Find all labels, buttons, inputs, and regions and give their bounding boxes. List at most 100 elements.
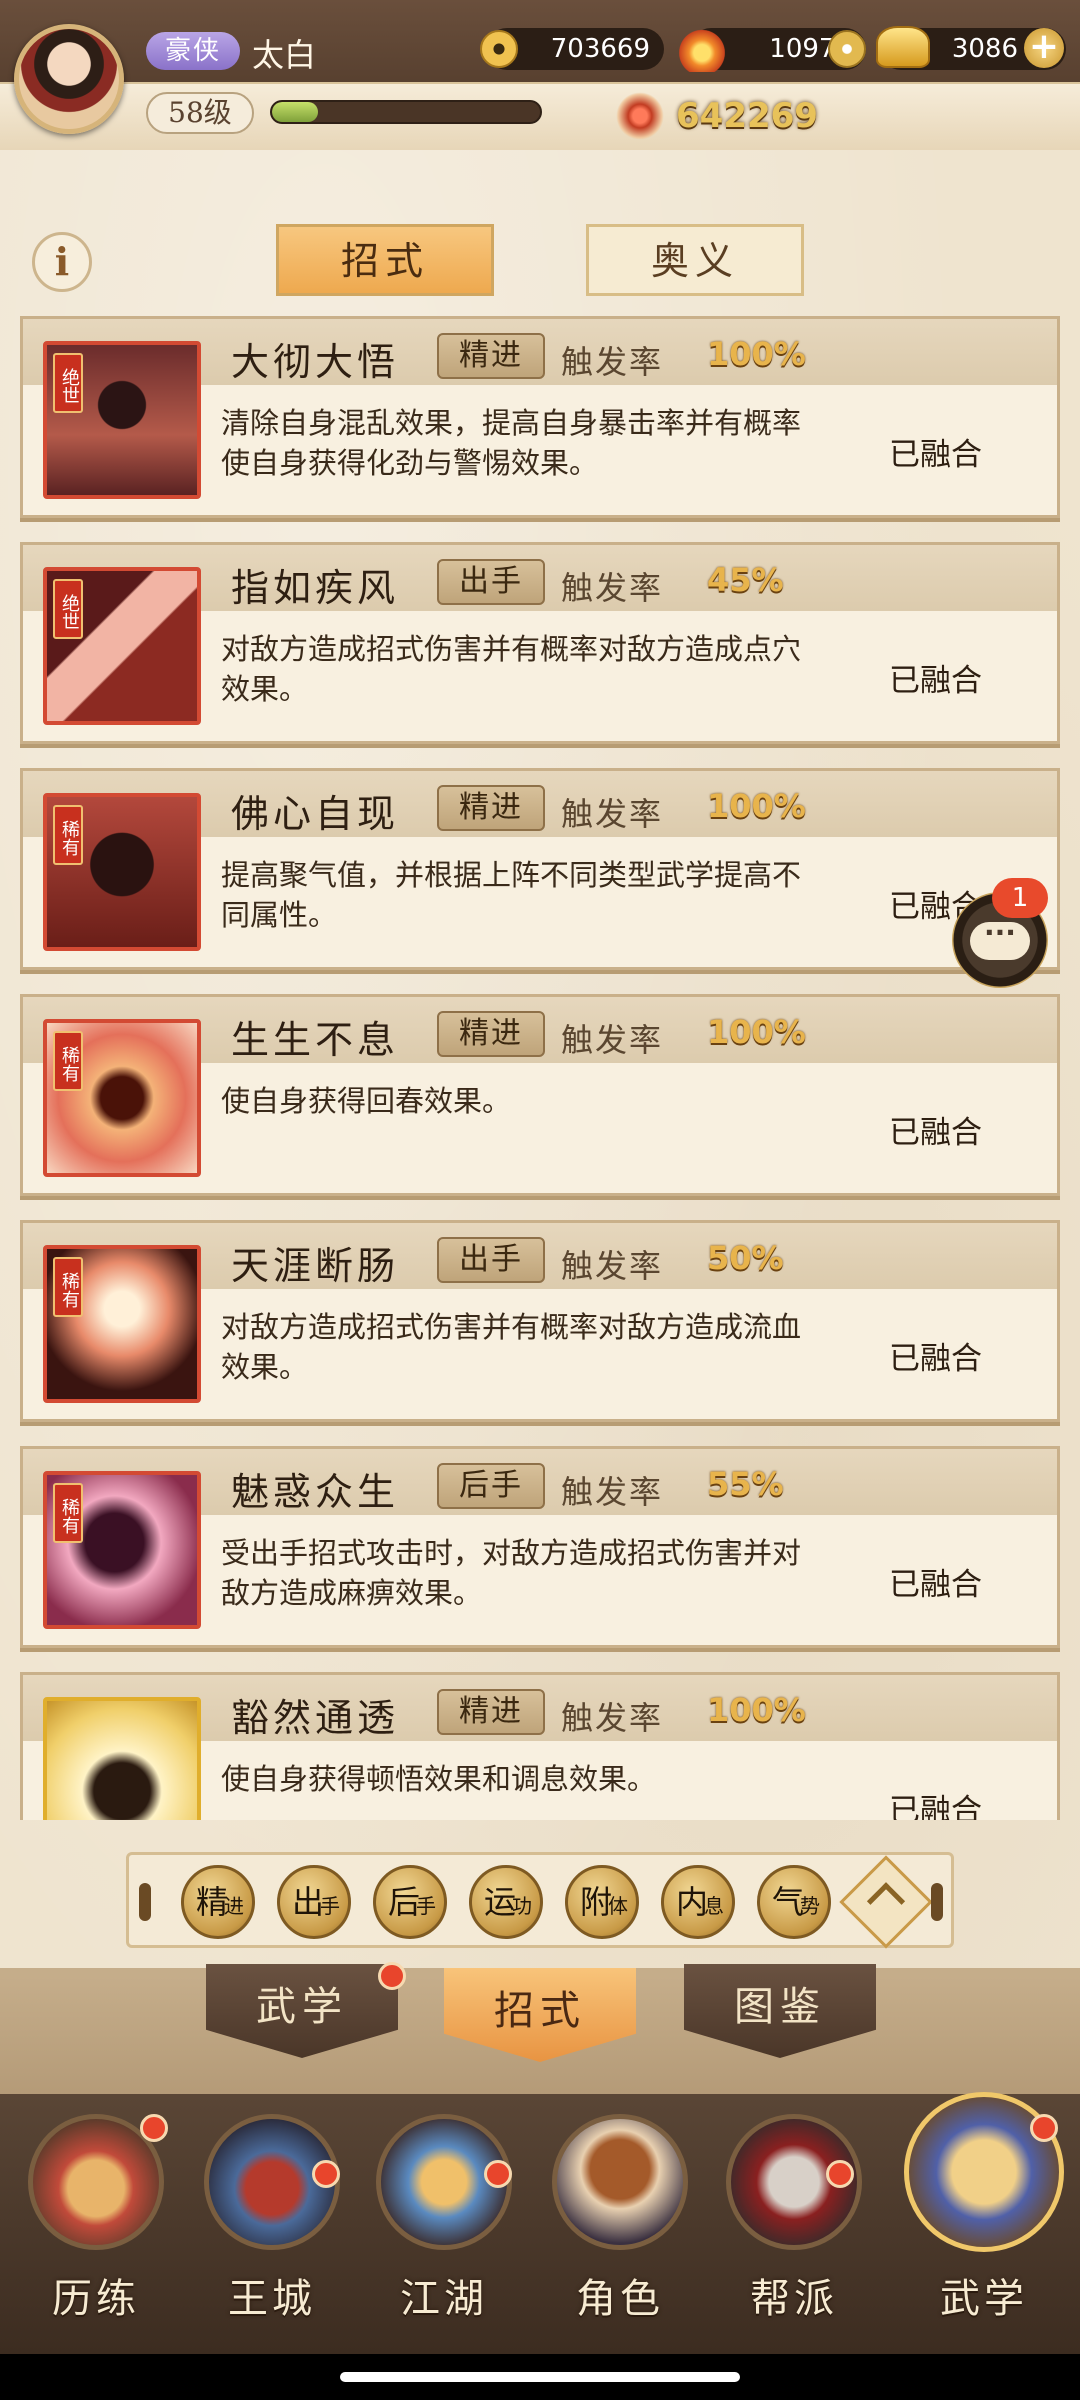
skill-card[interactable]: 绝世 大彻大悟 精进 触发率 100% 清除自身混乱效果，提高自身暴击率并有概率… bbox=[20, 316, 1060, 518]
skill-description: 提高聚气值，并根据上阵不同类型武学提高不同属性。 bbox=[221, 858, 802, 932]
skill-description: 对敌方造成招式伤害并有概率对敌方造成点穴效果。 bbox=[221, 632, 802, 706]
power-gem-icon bbox=[612, 88, 668, 144]
skill-description: 使自身获得顿悟效果和调息效果。 bbox=[221, 1762, 657, 1796]
filter-futi-button[interactable]: 附体 bbox=[565, 1865, 639, 1939]
plus-icon[interactable]: + bbox=[1024, 28, 1064, 68]
filter-qishi-button[interactable]: 气势 bbox=[757, 1865, 831, 1939]
notification-dot bbox=[378, 1962, 406, 1990]
skill-name: 佛心自现 bbox=[231, 792, 400, 836]
filter-label: 附 bbox=[579, 1883, 612, 1921]
player-level: 58级 bbox=[146, 92, 254, 134]
skill-type-badge: 精进 bbox=[437, 785, 545, 831]
home-indicator[interactable] bbox=[340, 2372, 740, 2382]
tab-skills[interactable]: 招式 bbox=[276, 224, 494, 296]
filter-houshou-button[interactable]: 后手 bbox=[373, 1865, 447, 1939]
skill-icon: 绝世 bbox=[43, 567, 201, 725]
collapse-filter-button[interactable] bbox=[839, 1855, 933, 1949]
filter-sublabel: 功 bbox=[512, 1894, 532, 1918]
skill-type-badge: 出手 bbox=[437, 559, 545, 605]
skill-card[interactable]: 稀有 天涯断肠 出手 触发率 50% 对敌方造成招式伤害并有概率对敌方造成流血效… bbox=[20, 1220, 1060, 1422]
notification-dot bbox=[826, 2160, 854, 2188]
fire-rate-label: 触发率 bbox=[561, 795, 664, 833]
filter-neixi-button[interactable]: 内息 bbox=[661, 1865, 735, 1939]
fire-rate-value: 100% bbox=[707, 335, 806, 373]
filter-chushou-button[interactable]: 出手 bbox=[277, 1865, 351, 1939]
filter-sublabel: 势 bbox=[800, 1894, 820, 1918]
skill-name: 生生不息 bbox=[231, 1018, 400, 1062]
filter-bar-knob-right bbox=[931, 1883, 943, 1921]
fire-rate-value: 45% bbox=[707, 561, 784, 599]
player-avatar[interactable] bbox=[14, 24, 124, 134]
skill-type-badge: 后手 bbox=[437, 1463, 545, 1509]
skill-icon: 稀有 bbox=[43, 793, 201, 951]
notification-dot bbox=[140, 2114, 168, 2142]
filter-bar-knob-left bbox=[139, 1883, 151, 1921]
exp-bar-fill bbox=[272, 102, 318, 122]
filter-label: 运 bbox=[483, 1883, 516, 1921]
fire-rate-value: 100% bbox=[707, 1691, 806, 1729]
notification-dot bbox=[312, 2160, 340, 2188]
nav-guild[interactable]: 帮派 bbox=[712, 2114, 876, 2324]
tab-mysteries[interactable]: 奥义 bbox=[586, 224, 804, 296]
filter-sublabel: 手 bbox=[416, 1894, 436, 1918]
filter-jingjin-button[interactable]: 精进 bbox=[181, 1865, 255, 1939]
filter-sublabel: 手 bbox=[320, 1894, 340, 1918]
skill-card[interactable]: 稀有 魅惑众生 后手 触发率 55% 受出手招式攻击时，对敌方造成招式伤害并对敌… bbox=[20, 1446, 1060, 1648]
fire-rate-value: 100% bbox=[707, 787, 806, 825]
fused-status: 已融合 bbox=[889, 1567, 982, 1603]
nav-training[interactable]: 历练 bbox=[14, 2114, 178, 2324]
fire-rate-label: 触发率 bbox=[561, 1247, 664, 1285]
fire-rate-label: 触发率 bbox=[561, 1473, 664, 1511]
skill-list[interactable]: 绝世 大彻大悟 精进 触发率 100% 清除自身混乱效果，提高自身暴击率并有概率… bbox=[0, 312, 1080, 1820]
exp-bar bbox=[270, 100, 542, 124]
nav-martial-arts[interactable]: 武学 bbox=[902, 2092, 1066, 2324]
nav-jianghu[interactable]: 江湖 bbox=[362, 2114, 526, 2324]
skill-description: 使自身获得回春效果。 bbox=[221, 1084, 512, 1118]
notification-dot bbox=[1030, 2114, 1058, 2142]
flame-icon bbox=[678, 24, 726, 72]
nav-royal-city[interactable]: 王城 bbox=[190, 2114, 354, 2324]
coin-icon bbox=[480, 30, 518, 68]
skill-name: 大彻大悟 bbox=[231, 340, 400, 384]
skill-type-badge: 精进 bbox=[437, 333, 545, 379]
skill-type-badge: 出手 bbox=[437, 1237, 545, 1283]
filter-label: 后 bbox=[387, 1883, 420, 1921]
fire-rate-label: 触发率 bbox=[561, 1699, 664, 1737]
chat-dots: ··· bbox=[970, 919, 1030, 960]
filter-sublabel: 体 bbox=[608, 1894, 628, 1918]
filter-yungong-button[interactable]: 运功 bbox=[469, 1865, 543, 1939]
skill-card[interactable]: 稀有 生生不息 精进 触发率 100% 使自身获得回春效果。 已融合 bbox=[20, 994, 1060, 1196]
nav-character[interactable]: 角色 bbox=[538, 2114, 702, 2324]
fused-status: 已融合 bbox=[889, 1341, 982, 1377]
fire-rate-label: 触发率 bbox=[561, 343, 664, 381]
player-name: 太白 bbox=[252, 36, 317, 74]
skill-card[interactable]: 豁然通透 精进 触发率 100% 使自身获得顿悟效果和调息效果。 已融合 bbox=[20, 1672, 1060, 1820]
skill-icon: 稀有 bbox=[43, 1471, 201, 1629]
fused-status: 已融合 bbox=[889, 437, 982, 473]
skill-card[interactable]: 绝世 指如疾风 出手 触发率 45% 对敌方造成招式伤害并有概率对敌方造成点穴效… bbox=[20, 542, 1060, 744]
gold-ingot-icon bbox=[876, 26, 930, 68]
skill-type-filter-bar: 精进 出手 后手 运功 附体 内息 气势 bbox=[126, 1852, 954, 1949]
chat-unread-badge: 1 bbox=[992, 878, 1048, 918]
fire-rate-value: 50% bbox=[707, 1239, 784, 1277]
rarity-tag: 稀有 bbox=[53, 1257, 83, 1317]
filter-label: 气 bbox=[771, 1883, 804, 1921]
skill-card[interactable]: 稀有 佛心自现 精进 触发率 100% 提高聚气值，并根据上阵不同类型武学提高不… bbox=[20, 768, 1060, 970]
filter-sublabel: 进 bbox=[224, 1894, 244, 1918]
rarity-tag: 稀有 bbox=[53, 805, 83, 865]
nav-label: 王城 bbox=[228, 2276, 316, 2322]
notification-dot bbox=[484, 2160, 512, 2188]
skill-name: 魅惑众生 bbox=[231, 1470, 400, 1514]
rarity-tag: 稀有 bbox=[53, 1031, 83, 1091]
stamina-coin-icon bbox=[828, 30, 866, 68]
info-button[interactable]: i bbox=[32, 232, 92, 292]
nav-label: 角色 bbox=[576, 2276, 664, 2322]
nav-label: 武学 bbox=[940, 2276, 1028, 2322]
skill-icon bbox=[43, 1697, 201, 1820]
skill-name: 豁然通透 bbox=[231, 1696, 400, 1740]
combat-power: 642269 bbox=[676, 96, 818, 136]
fire-rate-value: 55% bbox=[707, 1465, 784, 1503]
filter-label: 内 bbox=[675, 1883, 708, 1921]
character-icon bbox=[552, 2114, 688, 2250]
rank-badge: 豪侠 bbox=[146, 32, 240, 70]
